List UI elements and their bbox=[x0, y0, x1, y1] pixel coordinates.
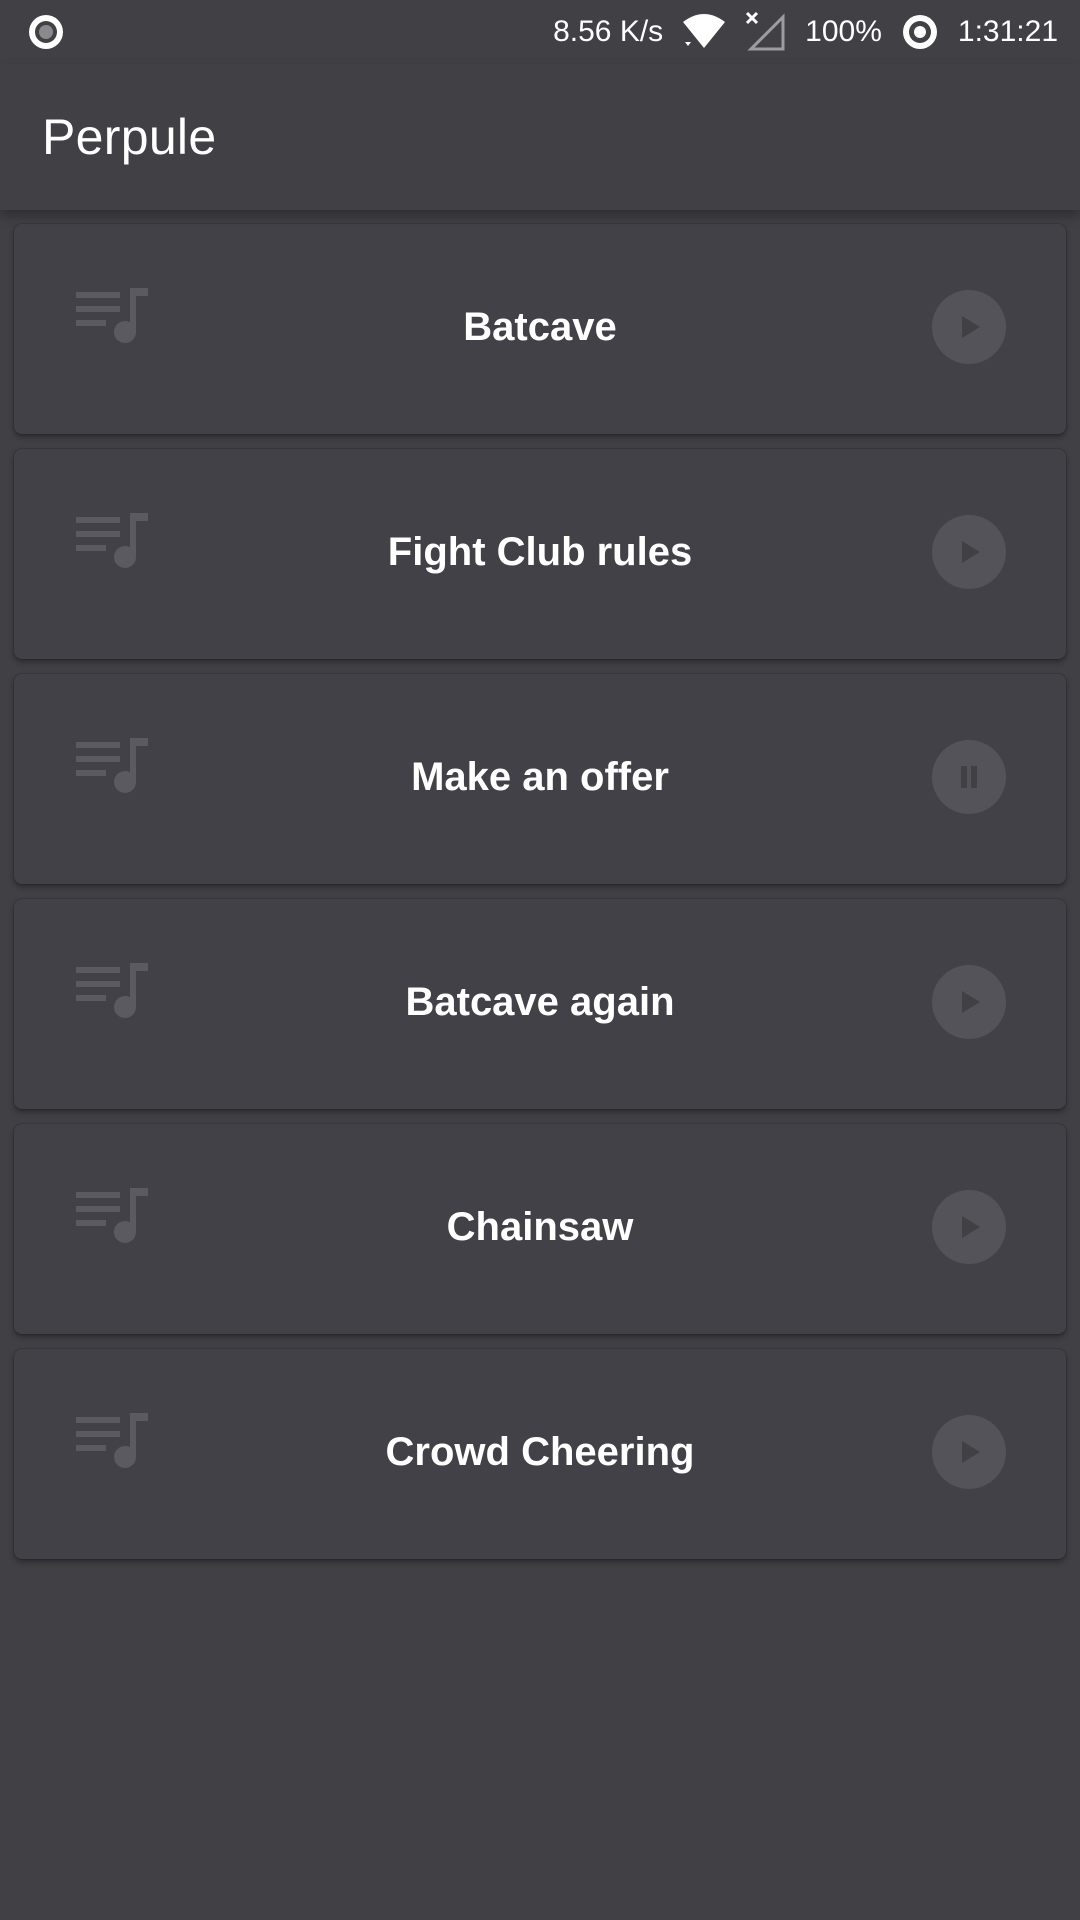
track-card[interactable]: Batcave bbox=[14, 224, 1066, 434]
status-bar-right: 8.56 K/s 100% 1:31:21 bbox=[553, 0, 1058, 64]
play-icon bbox=[962, 991, 980, 1013]
play-icon bbox=[962, 1441, 980, 1463]
track-title: Make an offer bbox=[411, 755, 669, 799]
wifi-icon bbox=[681, 12, 727, 52]
app-title: Perpule bbox=[42, 109, 217, 165]
pause-icon bbox=[961, 766, 977, 788]
track-title: Batcave bbox=[463, 305, 617, 349]
play-icon bbox=[962, 316, 980, 338]
pause-button[interactable] bbox=[932, 740, 1006, 814]
track-title: Chainsaw bbox=[446, 1205, 634, 1249]
play-button[interactable] bbox=[932, 290, 1006, 364]
track-list: Batcave Fight Club rules Make an offer B… bbox=[14, 224, 1066, 1574]
track-card[interactable]: Chainsaw bbox=[14, 1124, 1066, 1334]
track-title: Fight Club rules bbox=[387, 530, 693, 574]
play-button[interactable] bbox=[932, 1190, 1006, 1264]
play-button[interactable] bbox=[932, 965, 1006, 1039]
app-bar: Perpule bbox=[0, 64, 1080, 210]
track-card[interactable]: Fight Club rules bbox=[14, 449, 1066, 659]
track-title: Crowd Cheering bbox=[385, 1430, 695, 1474]
play-button[interactable] bbox=[932, 515, 1006, 589]
clock: 1:31:21 bbox=[957, 15, 1058, 48]
play-icon bbox=[962, 541, 980, 563]
no-signal-icon bbox=[745, 11, 787, 53]
network-speed: 8.56 K/s bbox=[553, 15, 664, 48]
track-title: Batcave again bbox=[405, 980, 675, 1024]
play-icon bbox=[962, 1216, 980, 1238]
track-card[interactable]: Batcave again bbox=[14, 899, 1066, 1109]
hotspot-icon bbox=[900, 12, 940, 52]
battery-percent: 100% bbox=[805, 15, 882, 48]
track-card[interactable]: Make an offer bbox=[14, 674, 1066, 884]
play-button[interactable] bbox=[932, 1415, 1006, 1489]
track-card[interactable]: Crowd Cheering bbox=[14, 1349, 1066, 1559]
status-bar: 8.56 K/s 100% 1:31:21 bbox=[0, 0, 1080, 64]
record-icon bbox=[29, 15, 63, 49]
